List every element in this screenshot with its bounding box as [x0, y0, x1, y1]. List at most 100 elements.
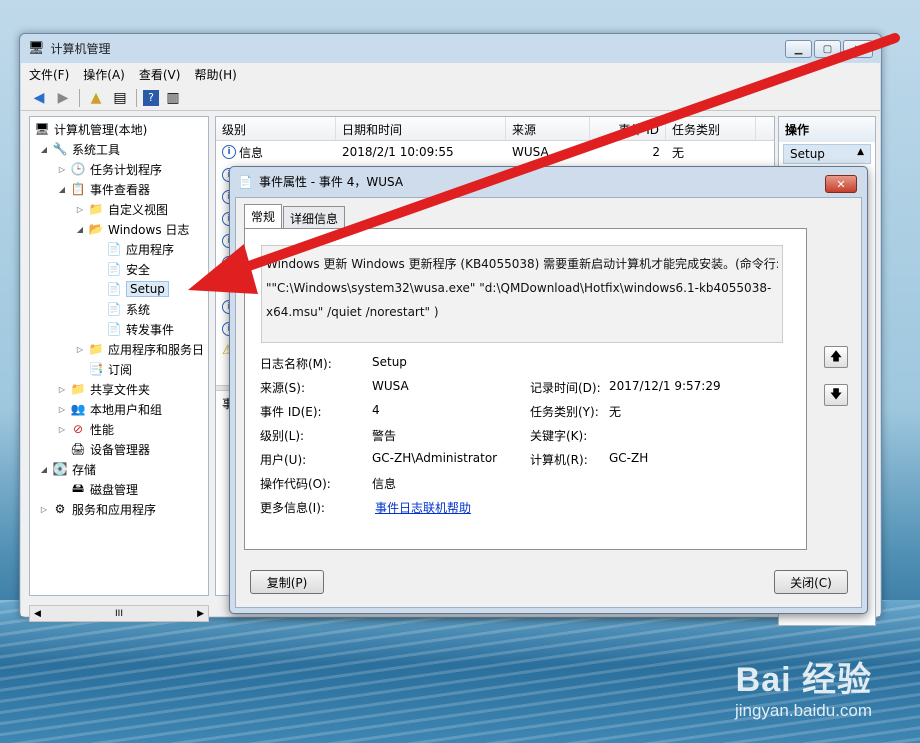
device-manager-icon: 🖨	[70, 442, 86, 456]
expand-icon[interactable]: ▷	[56, 385, 68, 394]
storage-icon: 💽	[52, 462, 68, 476]
tree-label: 事件查看器	[90, 182, 151, 197]
watermark-brand: Bai 经验	[735, 661, 872, 699]
tree-item-storage[interactable]: ◢ 💽 存储	[38, 459, 96, 479]
tree-item-security[interactable]: 📄 安全	[104, 259, 151, 279]
dialog-close-bottom-button[interactable]: 关闭(C)	[774, 570, 848, 594]
column-datetime[interactable]: 日期和时间	[336, 117, 506, 140]
menu-help[interactable]: 帮助(H)	[194, 66, 236, 83]
tree-label: 计算机管理(本地)	[54, 122, 148, 137]
tree-item-system[interactable]: 📄 系统	[104, 299, 151, 319]
tree-item-forwarded-events[interactable]: 📄 转发事件	[104, 319, 175, 339]
menu-view[interactable]: 查看(V)	[139, 66, 181, 83]
log-name-value: Setup	[372, 355, 407, 369]
general-tab-panel: Windows 更新 Windows 更新程序 (KB4055038) 需要重新…	[244, 228, 807, 550]
tree-item-performance[interactable]: ▷ ⊘ 性能	[56, 419, 114, 439]
cell-category: 无	[672, 145, 685, 160]
tree-item-event-viewer[interactable]: ◢ 📋 事件查看器	[56, 179, 150, 199]
help-icon[interactable]: ?	[143, 89, 159, 106]
tree-item-system-tools[interactable]: ◢ 🔧 系统工具	[38, 139, 120, 159]
scroll-left-icon[interactable]: ◀	[34, 609, 41, 619]
tree-item-windows-logs[interactable]: ◢ 📂 Windows 日志	[74, 219, 189, 239]
services-icon: ⚙	[54, 502, 66, 516]
menu-action[interactable]: 操作(A)	[83, 66, 125, 83]
logged-value: 2017/12/1 9:57:29	[609, 379, 721, 393]
collapse-icon[interactable]: ◢	[74, 225, 86, 234]
minimize-button[interactable]: ▁	[785, 40, 812, 58]
scroll-thumb[interactable]: III	[115, 609, 123, 619]
up-folder-icon[interactable]: ▲	[86, 88, 106, 108]
tree-label: Windows 日志	[108, 222, 190, 237]
log-icon: 📄	[106, 282, 122, 296]
log-icon: 📄	[106, 322, 122, 336]
dialog-tabs: 常规 详细信息	[244, 204, 346, 228]
tab-details[interactable]: 详细信息	[283, 206, 346, 228]
tree-label: 任务计划程序	[90, 162, 163, 177]
event-viewer-icon: 📋	[70, 182, 86, 196]
tab-general[interactable]: 常规	[244, 204, 283, 228]
tree-label: 安全	[126, 262, 151, 277]
tree-item-task-scheduler[interactable]: ▷ 🕒 任务计划程序	[56, 159, 162, 179]
dialog-title-bar[interactable]: 📄 事件属性 - 事件 4，WUSA	[238, 173, 403, 190]
cell-source: WUSA	[512, 145, 549, 159]
tree-label: 性能	[90, 422, 115, 437]
back-arrow-icon[interactable]: ◀	[29, 88, 49, 108]
collapse-icon[interactable]: ◢	[56, 185, 68, 194]
tree-item-local-users[interactable]: ▷ 👥 本地用户和组	[56, 399, 162, 419]
expand-icon[interactable]: ▷	[56, 405, 68, 414]
close-button[interactable]: ✕	[843, 40, 873, 58]
tree-label: 转发事件	[126, 322, 175, 337]
scroll-right-icon[interactable]: ▶	[197, 609, 204, 619]
table-row[interactable]: i 信息 2018/2/1 10:09:55 WUSA 2 无	[216, 141, 774, 163]
title-bar[interactable]: 🖥 计算机管理 ▁ ▢ ✕	[20, 34, 881, 62]
column-event-id[interactable]: 事件 ID	[590, 117, 666, 140]
tree-item-disk-management[interactable]: 🖴 磁盘管理	[68, 479, 138, 499]
column-source[interactable]: 来源	[506, 117, 590, 140]
tree-item-subscriptions[interactable]: 📑 订阅	[86, 359, 133, 379]
opcode-label: 操作代码(O):	[260, 477, 331, 491]
cell-level: i 信息	[216, 144, 336, 161]
menu-file[interactable]: 文件(F)	[29, 66, 69, 83]
collapse-up-icon[interactable]: ▲	[857, 147, 864, 161]
actions-setup-section[interactable]: Setup ▲	[783, 144, 871, 164]
tree-item-setup[interactable]: 📄 Setup	[104, 279, 169, 299]
dialog-close-button[interactable]: ✕	[825, 175, 857, 193]
expand-icon[interactable]: ▷	[74, 345, 86, 354]
expand-icon[interactable]: ▷	[56, 165, 68, 174]
tree-horizontal-scrollbar[interactable]: ◀ III ▶	[29, 605, 209, 622]
column-level[interactable]: 级别	[216, 117, 336, 140]
tree-item-shared-folders[interactable]: ▷ 📁 共享文件夹	[56, 379, 150, 399]
copy-button[interactable]: 复制(P)	[250, 570, 324, 594]
tree-item-apps-services-logs[interactable]: ▷ 📁 应用程序和服务日	[74, 339, 204, 359]
previous-event-button[interactable]: 🡅	[824, 346, 848, 368]
column-task-category[interactable]: 任务类别	[666, 117, 756, 140]
tree-item-services-apps[interactable]: ▷ ⚙ 服务和应用程序	[38, 499, 156, 519]
event-list-header: 级别 日期和时间 来源 事件 ID 任务类别	[216, 117, 774, 141]
event-description[interactable]: Windows 更新 Windows 更新程序 (KB4055038) 需要重新…	[261, 245, 783, 343]
collapse-icon[interactable]: ◢	[38, 145, 50, 154]
forward-arrow-icon[interactable]: ▶	[53, 88, 73, 108]
event-log-online-help-link[interactable]: 事件日志联机帮助	[375, 499, 471, 516]
maximize-button[interactable]: ▢	[814, 40, 841, 58]
tree-label: 应用程序	[126, 242, 175, 257]
opcode-value: 信息	[372, 477, 397, 491]
tree-item-custom-views[interactable]: ▷ 📁 自定义视图	[74, 199, 168, 219]
cell-event-id: 2	[652, 145, 660, 159]
expand-icon[interactable]: ▷	[56, 425, 68, 434]
tree-item-device-manager[interactable]: 🖨 设备管理器	[68, 439, 150, 459]
actions-setup-label: Setup	[790, 147, 825, 161]
tree-item-root[interactable]: 🖥 计算机管理(本地)	[32, 119, 147, 139]
level-label: 级别(L):	[260, 429, 305, 443]
tree-label: Setup	[126, 281, 169, 297]
window-controls: ▁ ▢ ✕	[785, 40, 873, 58]
up-arrow-icon: 🡅	[829, 348, 843, 363]
tree-item-application[interactable]: 📄 应用程序	[104, 239, 175, 259]
expand-icon[interactable]: ▷	[74, 205, 86, 214]
show-hide-tree-icon[interactable]: ▤	[110, 88, 130, 108]
actions-header: 操作	[779, 117, 875, 142]
tools-icon: 🔧	[52, 142, 68, 156]
collapse-icon[interactable]: ◢	[38, 465, 50, 474]
expand-icon[interactable]: ▷	[38, 505, 50, 514]
properties-pane-icon[interactable]: ▥	[163, 88, 183, 108]
next-event-button[interactable]: 🡇	[824, 384, 848, 406]
